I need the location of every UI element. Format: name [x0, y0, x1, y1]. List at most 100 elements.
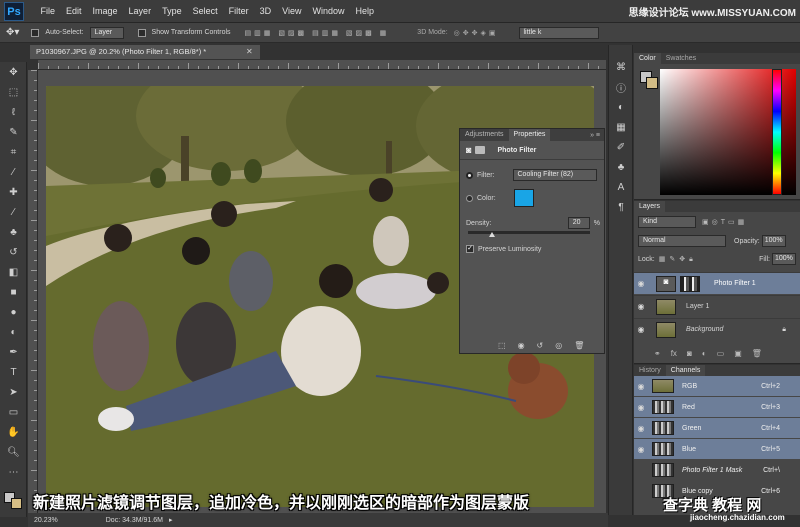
zoom-level[interactable]: 20.23% [34, 517, 58, 524]
opacity-input[interactable]: 100% [761, 235, 786, 247]
channel-row[interactable]: Photo Filter 1 Mask Ctrl+\ [634, 460, 800, 480]
layer-row[interactable]: ◉ Background 🔒︎ [634, 318, 800, 340]
auto-select-dropdown[interactable]: Layer [89, 26, 124, 39]
menu-edit[interactable]: Edit [61, 0, 88, 23]
menu-layer[interactable]: Layer [123, 0, 157, 23]
tab-properties[interactable]: Properties [508, 129, 551, 141]
menu-file[interactable]: File [35, 0, 61, 23]
panel-menu-icon[interactable]: » ≡ [590, 132, 604, 139]
info-panel-icon[interactable]: ⓘ [609, 77, 633, 97]
menu-view[interactable]: View [277, 0, 307, 23]
pen-tool-icon[interactable]: ✒ [0, 342, 27, 362]
channel-name[interactable]: Photo Filter 1 Mask [682, 467, 742, 474]
new-group-icon[interactable]: ▭ [717, 349, 725, 358]
delete-layer-icon[interactable]: 🗑︎ [752, 349, 762, 358]
tab-color[interactable]: Color [634, 53, 661, 64]
channel-row[interactable]: ◉ RGB Ctrl+2 [634, 376, 800, 396]
dodge-tool-icon[interactable]: ◐ [0, 322, 27, 342]
move-tool-icon[interactable]: ✥▾ [6, 27, 19, 38]
menu-help[interactable]: Help [350, 0, 380, 23]
visibility-eye-icon[interactable]: ◉ [634, 424, 648, 433]
link-layers-icon[interactable]: ⚭ [654, 349, 661, 358]
blend-mode-dropdown[interactable]: Normal [638, 235, 726, 247]
document-tab[interactable]: P1030967.JPG @ 20.2% (Photo Filter 1, RG… [30, 45, 260, 59]
history-brush-tool-icon[interactable]: ↺ [0, 242, 27, 262]
path-select-tool-icon[interactable]: ➤ [0, 382, 27, 402]
styles-panel-icon[interactable]: ▦ [609, 117, 633, 137]
reset-icon[interactable]: ↺ [537, 341, 544, 350]
menu-3d[interactable]: 3D [254, 0, 277, 23]
filter-icons[interactable]: ▣◎T▭▦ [702, 218, 747, 226]
delete-icon[interactable]: 🗑︎ [574, 341, 584, 350]
visibility-icon[interactable]: ◎ [555, 341, 562, 350]
layer-row[interactable]: ◉ Layer 1 [634, 295, 800, 317]
3d-mode-icons[interactable]: ◎✥✥◈▣ [454, 29, 499, 37]
workspace-dropdown[interactable]: little k [518, 26, 599, 39]
history-panel-icon[interactable]: ⌘ [609, 57, 633, 77]
menu-filter[interactable]: Filter [223, 0, 254, 23]
visibility-eye-icon[interactable]: ◉ [634, 445, 648, 454]
density-slider-track[interactable] [468, 231, 590, 237]
eraser-tool-icon[interactable]: ◧ [0, 262, 27, 282]
eyedropper-tool-icon[interactable]: ⁄ [0, 162, 27, 182]
tab-history[interactable]: History [634, 365, 666, 376]
visibility-eye-icon[interactable]: ◉ [634, 403, 648, 412]
color-radio[interactable] [466, 194, 473, 202]
filter-color-swatch[interactable] [513, 189, 534, 207]
background-swatch[interactable] [646, 77, 658, 89]
shape-tool-icon[interactable]: ▭ [0, 402, 27, 422]
density-slider-thumb[interactable] [489, 232, 496, 237]
brush-panel-icon[interactable]: ✐ [609, 137, 633, 157]
lock-icons[interactable]: ▦✎✥🔒︎ [659, 255, 697, 264]
tab-swatches[interactable]: Swatches [661, 53, 701, 64]
background-color-swatch[interactable] [11, 498, 22, 509]
fx-icon[interactable]: fx [671, 349, 677, 358]
new-adjustment-icon[interactable]: ◐ [702, 349, 707, 358]
fill-input[interactable]: 100% [772, 253, 796, 265]
more-tools-icon[interactable]: ⋯ [0, 462, 27, 482]
menu-type[interactable]: Type [157, 0, 188, 23]
add-mask-icon[interactable]: ◙ [687, 349, 692, 358]
transform-controls-checkbox[interactable] [137, 28, 146, 37]
clone-stamp-tool-icon[interactable]: ♣ [0, 222, 27, 242]
preserve-checkbox[interactable]: ✓ [466, 245, 474, 253]
tab-channels[interactable]: Channels [665, 365, 706, 376]
channel-name[interactable]: Green [682, 425, 701, 432]
channel-row[interactable]: ◉ Green Ctrl+4 [634, 418, 800, 438]
paragraph-panel-icon[interactable]: ¶ [609, 197, 633, 217]
gradient-tool-icon[interactable]: ■ [0, 282, 27, 302]
new-layer-icon[interactable]: ▣ [734, 349, 742, 358]
mask-icon[interactable] [475, 146, 486, 154]
close-tab-icon[interactable]: ✕ [246, 45, 253, 59]
menu-image[interactable]: Image [87, 0, 123, 23]
filter-dropdown[interactable]: Cooling Filter (82) [512, 169, 597, 181]
kind-filter-dropdown[interactable]: Kind [638, 216, 696, 228]
channel-name[interactable]: Blue [682, 446, 696, 453]
status-menu-icon[interactable]: ▸ [169, 516, 173, 524]
zoom-tool-icon[interactable]: 🔍︎ [0, 442, 27, 462]
auto-select-checkbox[interactable] [31, 28, 40, 37]
character-panel-icon[interactable]: A [609, 177, 633, 197]
menu-select[interactable]: Select [187, 0, 223, 23]
tab-layers[interactable]: Layers [634, 201, 666, 212]
menu-window[interactable]: Window [307, 0, 350, 23]
quick-select-tool-icon[interactable]: ✎ [0, 122, 27, 142]
density-input[interactable]: 20 [567, 217, 590, 229]
clip-to-layer-icon[interactable]: ⬚ [498, 341, 506, 350]
crop-tool-icon[interactable]: ⌗ [0, 142, 27, 162]
visibility-eye-icon[interactable]: ◉ [634, 325, 648, 334]
adjustments-panel-icon[interactable]: ◐ [609, 97, 633, 117]
visibility-eye-icon[interactable]: ◉ [634, 279, 648, 288]
layer-name[interactable]: Photo Filter 1 [714, 280, 756, 287]
filter-radio[interactable] [466, 171, 473, 179]
align-icons[interactable]: ▤▥▦ ▧▨▩ ▤▥▦ ▧▨▩ ▦ [245, 29, 390, 37]
hand-tool-icon[interactable]: ✋ [0, 422, 27, 442]
hue-slider[interactable] [772, 69, 782, 195]
layer-row[interactable]: ◉ ◙ Photo Filter 1 [634, 272, 800, 294]
channel-name[interactable]: Red [682, 404, 695, 411]
marquee-tool-icon[interactable]: ⬚ [0, 82, 27, 102]
type-tool-icon[interactable]: T [0, 362, 27, 382]
channel-row[interactable]: ◉ Red Ctrl+3 [634, 397, 800, 417]
move-tool-icon[interactable]: ✥ [0, 62, 27, 82]
tab-adjustments[interactable]: Adjustments [460, 129, 509, 141]
